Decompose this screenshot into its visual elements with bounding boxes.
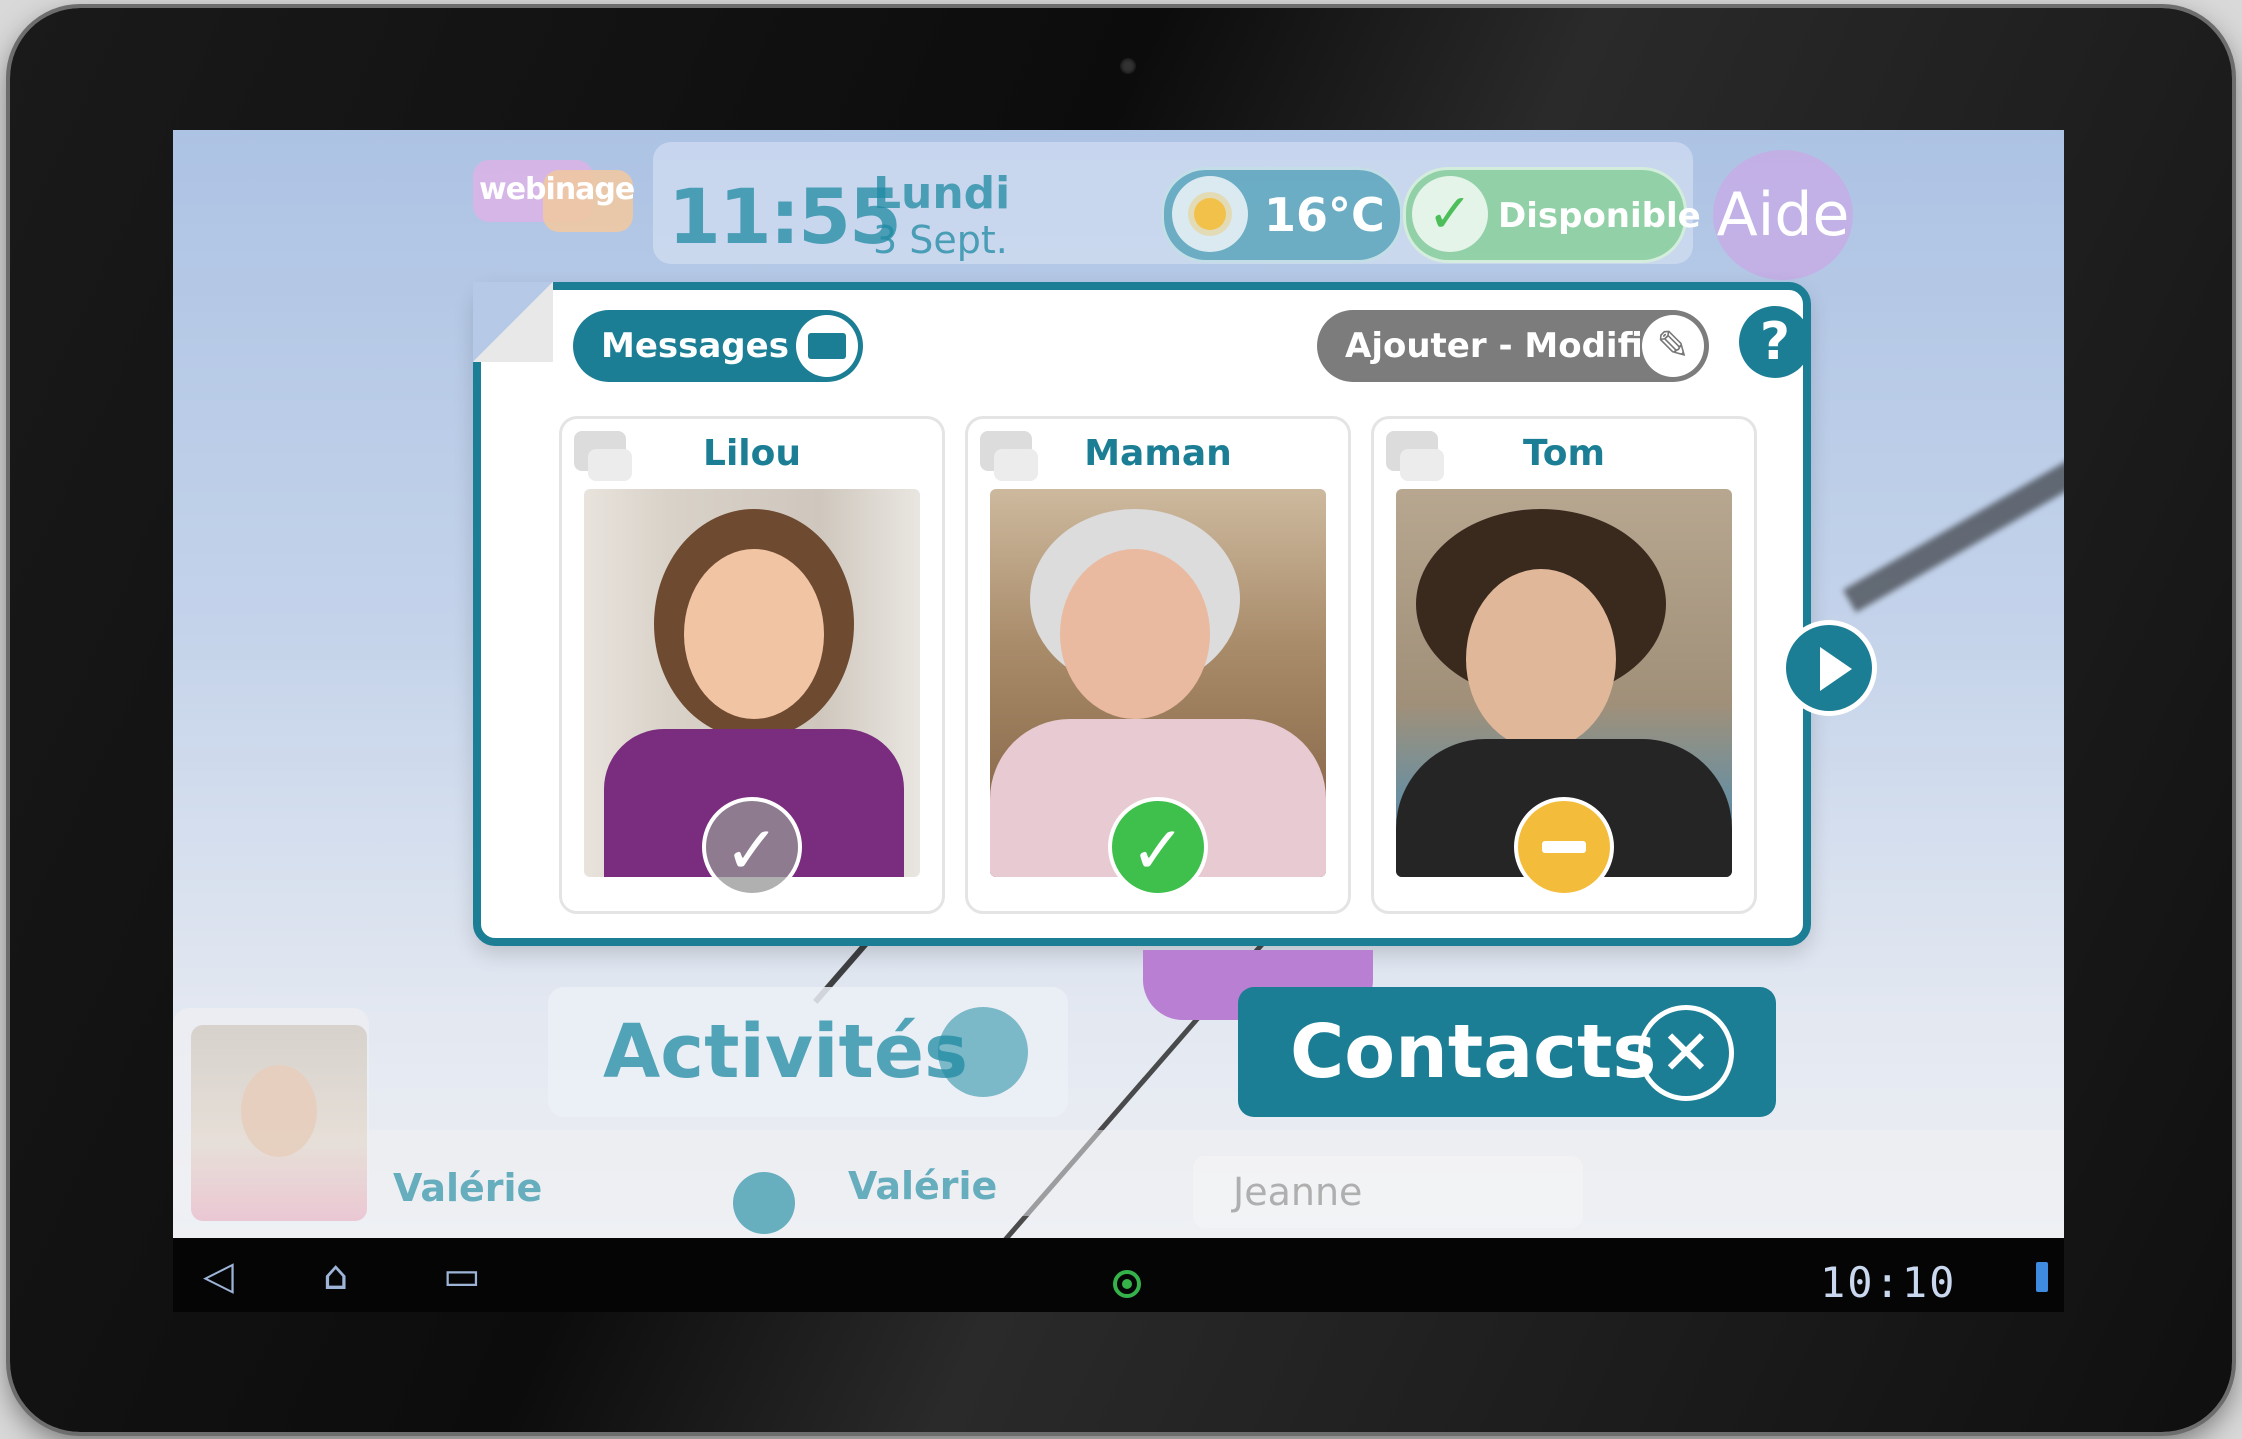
activities-button[interactable]: Activités <box>548 987 1068 1117</box>
previous-user-button[interactable] <box>733 1172 795 1234</box>
puzzle-icon <box>938 1007 1028 1097</box>
help-button[interactable]: Aide <box>1713 150 1853 280</box>
contacts-panel: Messages Ajouter - Modifier ✎ ? Lilou ✓ … <box>473 282 1811 946</box>
day-label: Lundi <box>873 168 1011 219</box>
system-clock: 10:10 <box>1820 1258 1957 1307</box>
messages-label: Messages <box>601 326 789 366</box>
background-branch <box>1843 410 2064 613</box>
availability-toggle[interactable]: ✓ Disponible <box>1403 167 1701 263</box>
battery-icon <box>2036 1262 2048 1292</box>
activities-label: Activités <box>603 1009 969 1095</box>
current-user-name: Valérie <box>393 1166 543 1210</box>
availability-label: Disponible <box>1498 196 1701 236</box>
check-icon: ✓ <box>1412 176 1488 252</box>
contact-name: Tom <box>1522 433 1606 474</box>
page-fold <box>473 282 553 362</box>
contact-name: Maman <box>1084 433 1232 474</box>
close-icon[interactable]: ✕ <box>1638 1005 1734 1101</box>
contact-card-tom[interactable]: Tom <box>1371 416 1757 914</box>
app-screen: webinage 11:55 Lundi 3 Sept. 16°C ✓ Disp… <box>173 130 2064 1238</box>
pencil-icon: ✎ <box>1642 315 1704 377</box>
user-tab-jeanne[interactable]: Jeanne <box>1233 1170 1362 1214</box>
status-available-badge: ✓ <box>1108 797 1208 897</box>
next-contacts-button[interactable] <box>1781 620 1877 716</box>
date-label: 3 Sept. <box>873 218 1008 262</box>
temperature: 16°C <box>1264 188 1385 242</box>
apps-launcher-icon[interactable] <box>1113 1270 1141 1298</box>
contact-card-lilou[interactable]: Lilou ✓ <box>559 416 945 914</box>
contacts-button[interactable]: Contacts ✕ <box>1238 987 1776 1117</box>
weather-widget: 16°C <box>1161 167 1403 263</box>
back-icon[interactable]: ◁ <box>203 1256 234 1296</box>
camera-icon <box>1120 58 1136 74</box>
status-busy-badge <box>1514 797 1614 897</box>
contact-card-maman[interactable]: Maman ✓ <box>965 416 1351 914</box>
add-edit-label: Ajouter - Modifier <box>1345 326 1683 366</box>
question-help-button[interactable]: ? <box>1739 306 1811 378</box>
sun-icon <box>1172 176 1248 252</box>
contacts-label: Contacts <box>1290 1009 1657 1095</box>
user-tab-valerie[interactable]: Valérie <box>848 1164 997 1208</box>
home-icon[interactable]: ⌂ <box>323 1256 348 1296</box>
recent-apps-icon[interactable]: ▭ <box>443 1256 481 1296</box>
messages-button[interactable]: Messages <box>573 310 863 382</box>
clock-time: 11:55 <box>668 172 902 261</box>
status-offline-badge: ✓ <box>702 797 802 897</box>
app-logo: webinage <box>473 160 643 240</box>
user-avatar[interactable] <box>191 1025 367 1221</box>
add-edit-button[interactable]: Ajouter - Modifier ✎ <box>1317 310 1709 382</box>
folder-icon <box>796 315 858 377</box>
contact-name: Lilou <box>703 433 801 474</box>
